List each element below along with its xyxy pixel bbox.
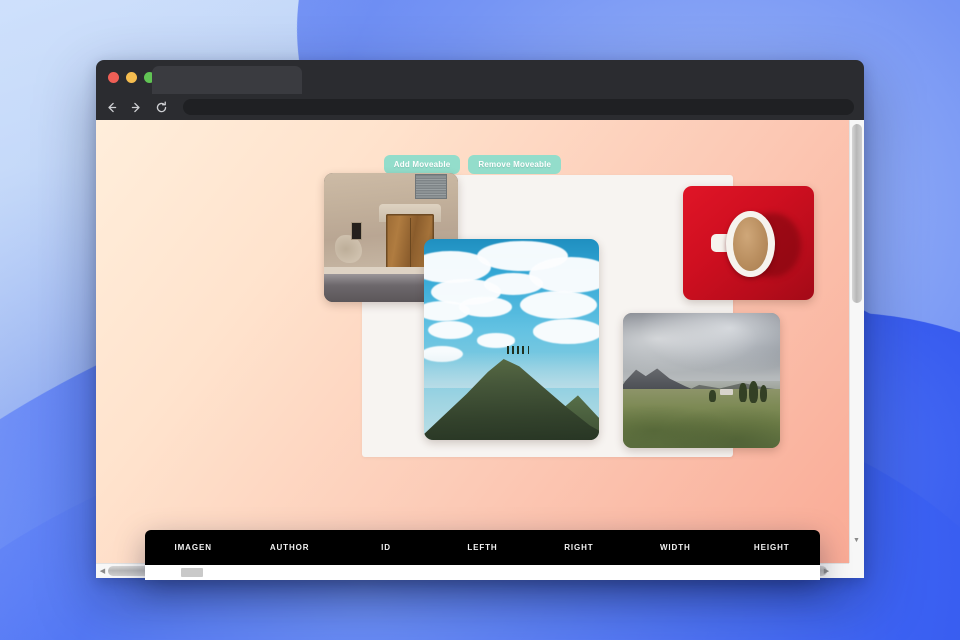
scroll-right-arrow-icon[interactable]: ▶ bbox=[822, 567, 831, 576]
forward-arrow-icon[interactable] bbox=[129, 100, 144, 115]
table-header-right: RIGHT bbox=[564, 543, 594, 552]
gallery-image-clouds-mountain[interactable] bbox=[424, 239, 599, 440]
table-header-imagen: IMAGEN bbox=[174, 543, 212, 552]
gallery-image-mountain-landscape[interactable] bbox=[623, 313, 780, 448]
gallery-image-coffee-cup[interactable] bbox=[683, 186, 814, 300]
scrollbar-corner bbox=[849, 563, 864, 578]
table-header-id: ID bbox=[381, 543, 391, 552]
page-content: Add Moveable Remove Moveable bbox=[96, 120, 849, 563]
vertical-scrollbar[interactable]: ▲ ▼ bbox=[849, 120, 864, 563]
reload-icon[interactable] bbox=[154, 100, 169, 115]
table-row[interactable] bbox=[145, 565, 820, 580]
minimize-button[interactable] bbox=[126, 72, 137, 83]
add-moveable-button[interactable]: Add Moveable bbox=[383, 155, 461, 174]
table-header-width: WIDTH bbox=[659, 543, 691, 552]
scroll-left-arrow-icon[interactable]: ◀ bbox=[98, 567, 107, 576]
vertical-scrollbar-thumb[interactable] bbox=[852, 124, 862, 303]
remove-moveable-button[interactable]: Remove Moveable bbox=[468, 155, 562, 174]
address-bar[interactable] bbox=[183, 99, 854, 115]
scroll-down-arrow-icon[interactable]: ▼ bbox=[852, 536, 861, 545]
image-gallery-container bbox=[324, 173, 814, 457]
page-viewport: Add Moveable Remove Moveable ▼ ◀ ▶ bbox=[96, 120, 864, 578]
table-header-height: HEIGHT bbox=[753, 543, 790, 552]
browser-toolbar bbox=[96, 94, 864, 120]
browser-titlebar bbox=[96, 60, 864, 94]
close-button[interactable] bbox=[108, 72, 119, 83]
table-header-lefth: LEFTH bbox=[467, 543, 498, 552]
browser-window: Add Moveable Remove Moveable ▼ ◀ ▶ bbox=[96, 60, 864, 578]
table-header-author: AUTHOR bbox=[269, 543, 310, 552]
window-controls bbox=[108, 72, 155, 83]
table-cell-image-thumbnail bbox=[181, 568, 203, 577]
browser-tab[interactable] bbox=[152, 66, 302, 94]
back-arrow-icon[interactable] bbox=[104, 100, 119, 115]
moveable-controls: Add Moveable Remove Moveable bbox=[96, 155, 849, 174]
image-data-table: IMAGEN AUTHOR ID LEFTH RIGHT WIDTH HEIGH… bbox=[145, 530, 820, 580]
table-header-row: IMAGEN AUTHOR ID LEFTH RIGHT WIDTH HEIGH… bbox=[145, 530, 820, 565]
